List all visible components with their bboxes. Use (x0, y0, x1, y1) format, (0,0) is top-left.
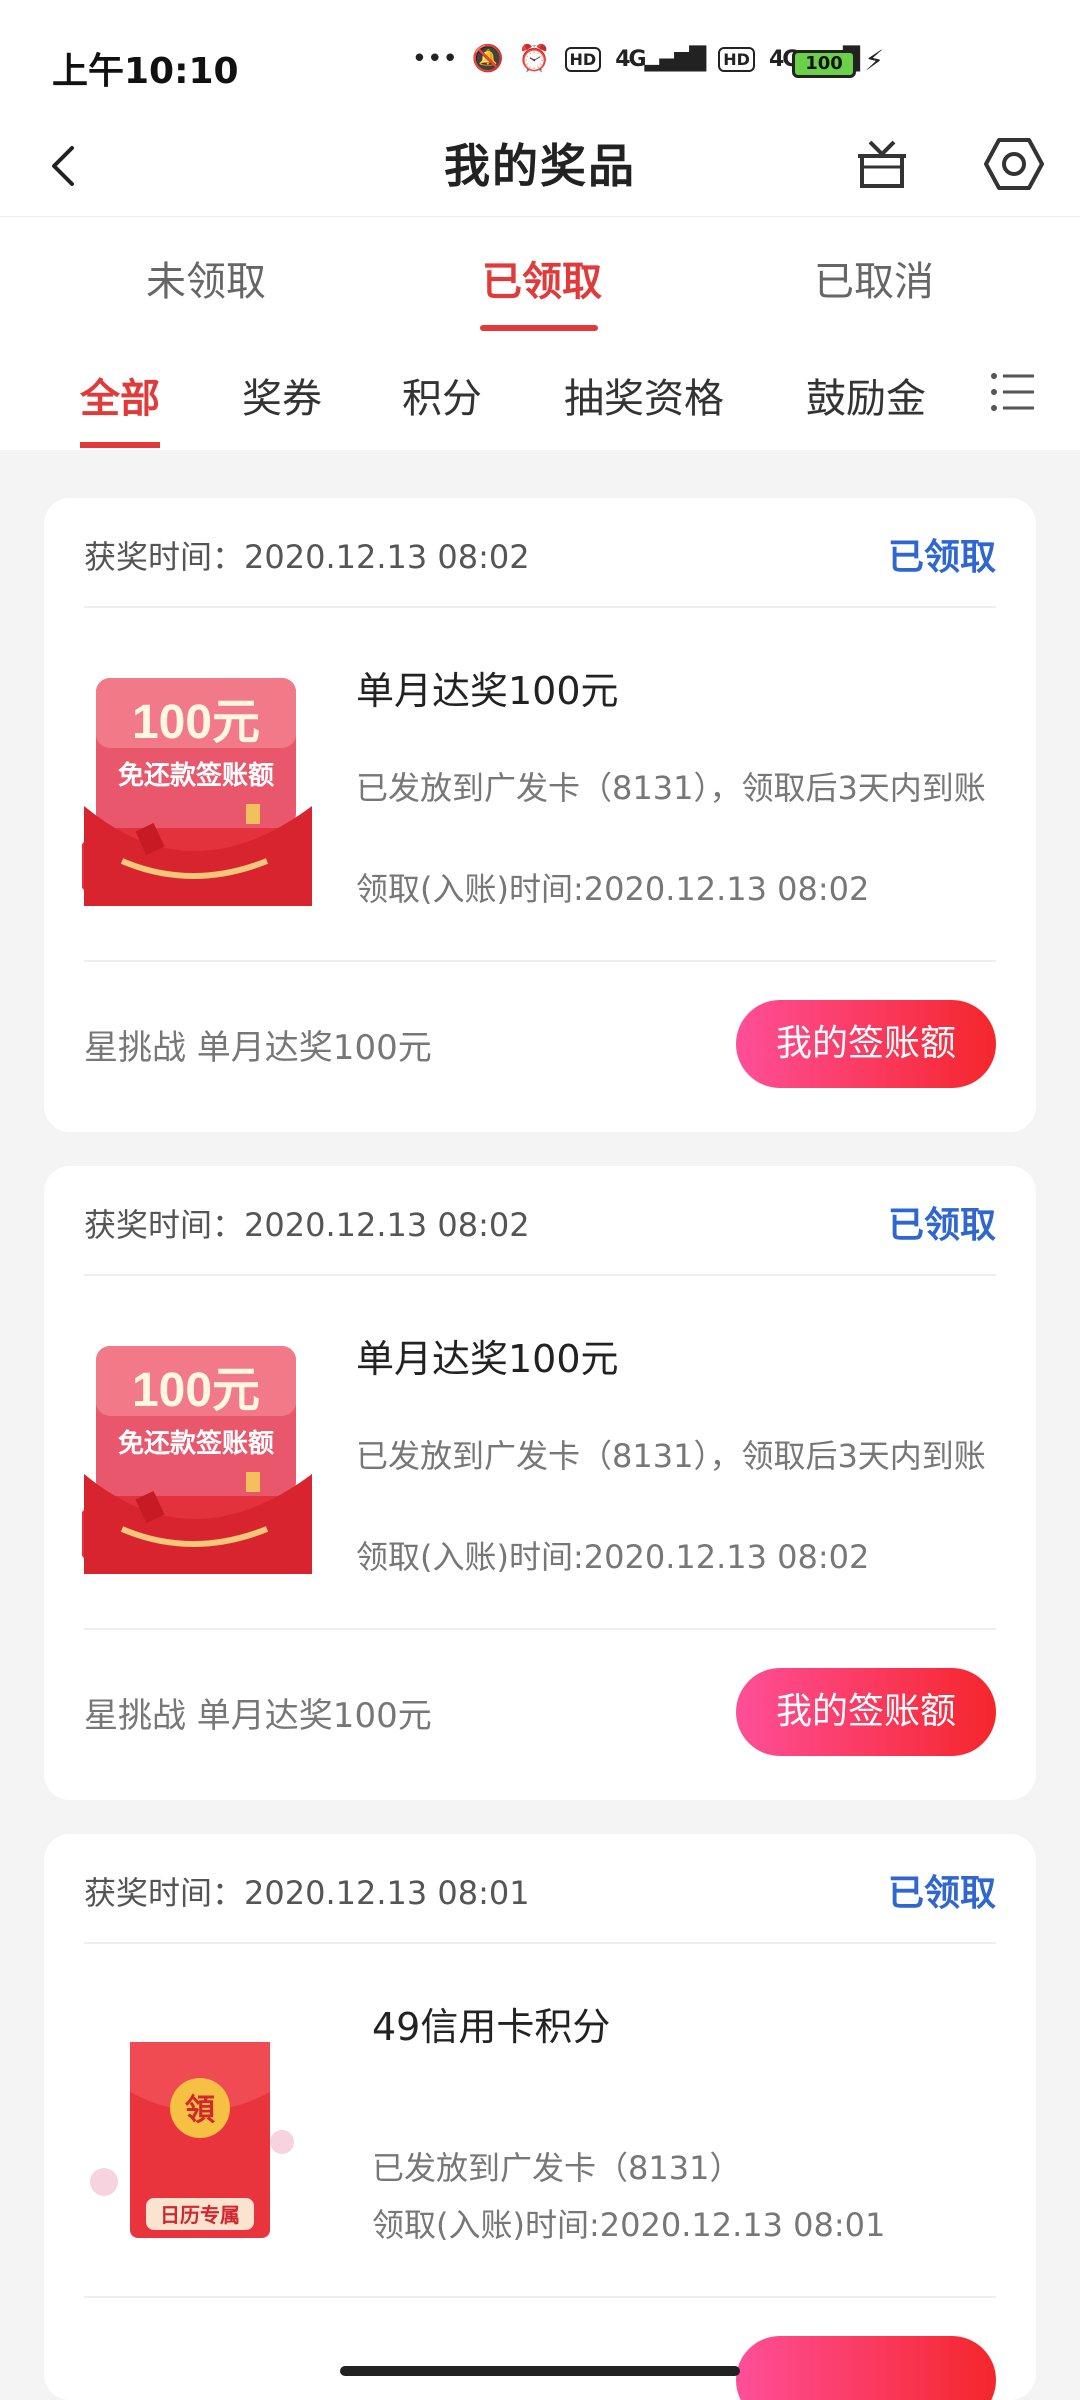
card-action-button[interactable] (736, 2336, 996, 2400)
settings-icon[interactable] (982, 132, 1046, 196)
subtab-active-underline (80, 442, 160, 448)
thumb-caption: 日历专属 (160, 2203, 240, 2227)
more-dots-icon: ••• (411, 44, 458, 74)
list-menu-icon[interactable] (990, 368, 1036, 416)
status-bar: 上午10:10 ••• 🔕 ⏰ HD 4G▂▄▆█ HD 4G▂▄▆█ 100 … (0, 0, 1080, 120)
subtab-coupons[interactable]: 奖券 (242, 366, 322, 424)
thumb-caption: 免还款签账额 (118, 760, 274, 791)
prize-description: 已发放到广发卡（8131），领取后3天内到账 (356, 769, 986, 807)
prize-description: 已发放到广发卡（8131），领取后3天内到账 (356, 1437, 986, 1475)
win-time: 获奖时间：2020.12.13 08:02 (84, 538, 530, 576)
prize-title: 单月达奖100元 (356, 669, 619, 713)
divider (84, 960, 996, 962)
status-badge: 已领取 (887, 1205, 996, 1246)
thumb-amount: 100元 (132, 1364, 260, 1417)
subtab-points[interactable]: 积分 (402, 366, 482, 424)
win-time: 获奖时间：2020.12.13 08:01 (84, 1874, 530, 1912)
status-tabs: 未领取 已领取 已取消 (0, 216, 1080, 334)
battery-icon: 100 (792, 50, 856, 78)
red-packet-badge: 領 (185, 2093, 215, 2128)
card-header: 获奖时间：2020.12.13 08:02 已领取 (84, 1166, 996, 1276)
prize-card: 获奖时间：2020.12.13 08:02 已领取 100元 免还款签账额 单月… (44, 498, 1036, 1132)
subtab-all[interactable]: 全部 (80, 366, 160, 424)
prize-card: 获奖时间：2020.12.13 08:01 已领取 領 日历专属 49信用卡积分… (44, 1834, 1036, 2400)
mute-bell-icon: 🔕 (471, 44, 505, 74)
tab-cancelled[interactable]: 已取消 (814, 249, 934, 307)
tab-unclaimed[interactable]: 未领取 (146, 249, 266, 307)
my-credit-button[interactable]: 我的签账额 (736, 1668, 996, 1756)
card-header: 获奖时间：2020.12.13 08:01 已领取 (84, 1834, 996, 1944)
subtab-lottery[interactable]: 抽奖资格 (564, 366, 724, 424)
charging-icon: ⚡ (864, 44, 884, 77)
prize-thumbnail: 領 日历专属 (90, 2042, 294, 2238)
divider (84, 1628, 996, 1630)
gift-icon[interactable] (852, 134, 912, 194)
claim-time: 领取(入账)时间:2020.12.13 08:02 (356, 870, 870, 908)
claim-time: 领取(入账)时间:2020.12.13 08:01 (372, 2206, 886, 2244)
win-time: 获奖时间：2020.12.13 08:02 (84, 1206, 530, 1244)
category-tabs: 全部 奖券 积分 抽奖资格 鼓励金 (0, 334, 1080, 450)
thumb-caption: 免还款签账额 (118, 1428, 274, 1459)
subtab-bonus[interactable]: 鼓励金 (806, 366, 926, 424)
prize-description: 已发放到广发卡（8131） (372, 2149, 742, 2187)
my-credit-button[interactable]: 我的签账额 (736, 1000, 996, 1088)
nav-bar: 我的奖品 (0, 120, 1080, 216)
status-time: 上午10:10 (52, 51, 239, 92)
card-header: 获奖时间：2020.12.13 08:02 已领取 (84, 498, 996, 608)
prize-title: 49信用卡积分 (372, 2005, 611, 2049)
hd-badge-2: HD (718, 46, 755, 72)
status-badge: 已领取 (887, 537, 996, 578)
prize-thumbnail: 100元 免还款签账额 (82, 1346, 312, 1574)
activity-name: 星挑战 单月达奖100元 (84, 1696, 432, 1736)
status-badge: 已领取 (887, 1873, 996, 1914)
prize-title: 单月达奖100元 (356, 1337, 619, 1381)
prize-card: 获奖时间：2020.12.13 08:02 已领取 100元 免还款签账额 单月… (44, 1166, 1036, 1800)
hd-badge: HD (564, 46, 602, 72)
alarm-icon: ⏰ (518, 44, 551, 74)
thumb-amount: 100元 (132, 696, 260, 749)
page-title: 我的奖品 (444, 139, 636, 193)
signal-4g-icon: 4G▂▄▆█ (615, 46, 706, 72)
divider (84, 2296, 996, 2298)
tab-claimed[interactable]: 已领取 (482, 249, 602, 307)
prize-thumbnail: 100元 免还款签账额 (82, 678, 312, 906)
claim-time: 领取(入账)时间:2020.12.13 08:02 (356, 1538, 870, 1576)
home-indicator[interactable] (340, 2366, 740, 2376)
activity-name: 星挑战 单月达奖100元 (84, 1028, 432, 1068)
tab-active-underline (480, 325, 598, 331)
